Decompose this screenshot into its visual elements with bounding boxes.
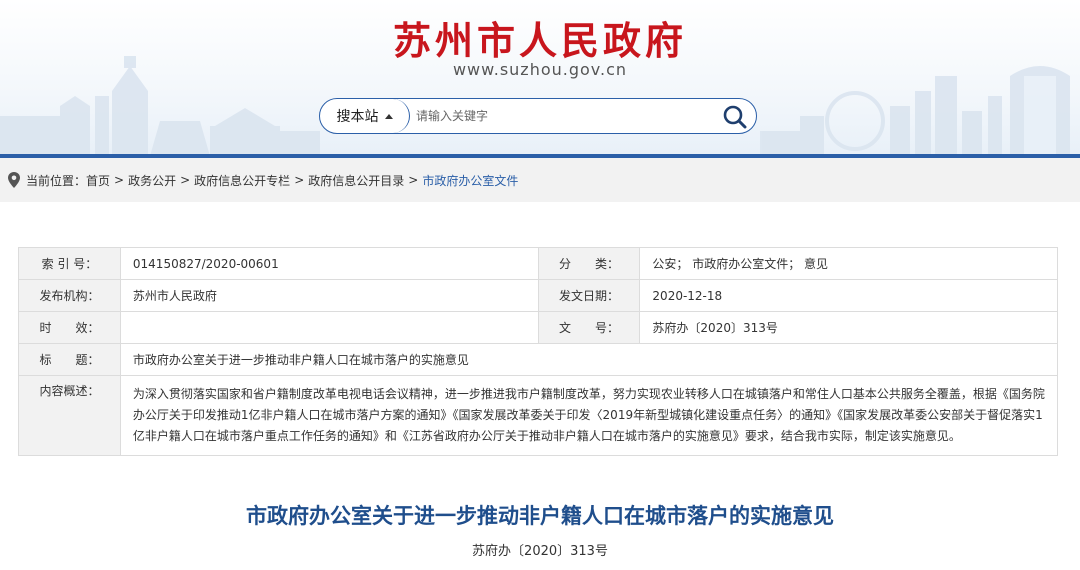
docno-value: 苏府办〔2020〕313号	[639, 311, 1058, 344]
table-row: 标 题： 市政府办公室关于进一步推动非户籍人口在城市落户的实施意见	[18, 343, 1059, 376]
breadcrumb-info-catalog[interactable]: 政府信息公开目录	[308, 172, 404, 189]
site-title: 苏州市人民政府	[392, 18, 687, 63]
table-row: 内容概述： 为深入贯彻落实国家和省户籍制度改革电视电话会议精神，进一步推进我市户…	[18, 375, 1059, 456]
summary-label: 内容概述：	[18, 375, 121, 456]
search-scope-select[interactable]: 搜本站	[320, 99, 410, 133]
breadcrumb: 当前位置： 首页 > 政务公开 > 政府信息公开专栏 > 政府信息公开目录 > …	[0, 158, 1080, 202]
location-pin-icon	[8, 172, 20, 188]
table-row: 发布机构： 苏州市人民政府 发文日期： 2020-12-18	[18, 279, 1058, 312]
summary-value: 为深入贯彻落实国家和省户籍制度改革电视电话会议精神，进一步推进我市户籍制度改革，…	[119, 375, 1059, 456]
publisher-value: 苏州市人民政府	[119, 279, 539, 312]
breadcrumb-gov-affairs[interactable]: 政务公开	[128, 172, 176, 189]
search-scope-label: 搜本站	[336, 109, 379, 125]
document-title: 市政府办公室关于进一步推动非户籍人口在城市落户的实施意见	[246, 504, 834, 528]
breadcrumb-separator: >	[408, 173, 419, 187]
subject-value: 市政府办公室关于进一步推动非户籍人口在城市落户的实施意见	[119, 343, 1059, 376]
search-icon[interactable]	[722, 104, 748, 130]
caret-up-icon	[384, 113, 393, 119]
index-value: 014150827/2020-00601	[119, 247, 539, 280]
date-value: 2020-12-18	[639, 279, 1058, 312]
document-number: 苏府办〔2020〕313号	[472, 544, 608, 559]
index-label: 索 引 号：	[18, 247, 121, 280]
breadcrumb-separator: >	[294, 173, 305, 187]
docno-label: 文 号：	[537, 311, 641, 344]
validity-value	[119, 311, 539, 344]
search-bar: 搜本站	[319, 98, 757, 134]
validity-label: 时 效：	[18, 311, 121, 344]
subject-label: 标 题：	[18, 343, 121, 376]
breadcrumb-separator: >	[180, 173, 191, 187]
breadcrumb-prefix: 当前位置：	[26, 173, 87, 188]
breadcrumb-info-column[interactable]: 政府信息公开专栏	[194, 172, 290, 189]
breadcrumb-separator: >	[114, 173, 125, 187]
table-row: 时 效： 文 号： 苏府办〔2020〕313号	[18, 311, 1058, 344]
site-url: www.suzhou.gov.cn	[452, 60, 628, 79]
category-value: 公安； 市政府办公室文件； 意见	[639, 247, 1058, 280]
date-label: 发文日期：	[537, 279, 641, 312]
table-row: 索 引 号： 014150827/2020-00601 分 类： 公安； 市政府…	[18, 247, 1058, 280]
search-input[interactable]	[416, 105, 706, 127]
breadcrumb-home[interactable]: 首页	[86, 172, 110, 189]
breadcrumb-current[interactable]: 市政府办公室文件	[422, 172, 518, 189]
document-info-table: 索 引 号： 014150827/2020-00601 分 类： 公安； 市政府…	[18, 247, 1059, 456]
site-header: 苏州市人民政府 www.suzhou.gov.cn 搜本站	[0, 0, 1080, 156]
category-label: 分 类：	[537, 247, 641, 280]
publisher-label: 发布机构：	[18, 279, 121, 312]
